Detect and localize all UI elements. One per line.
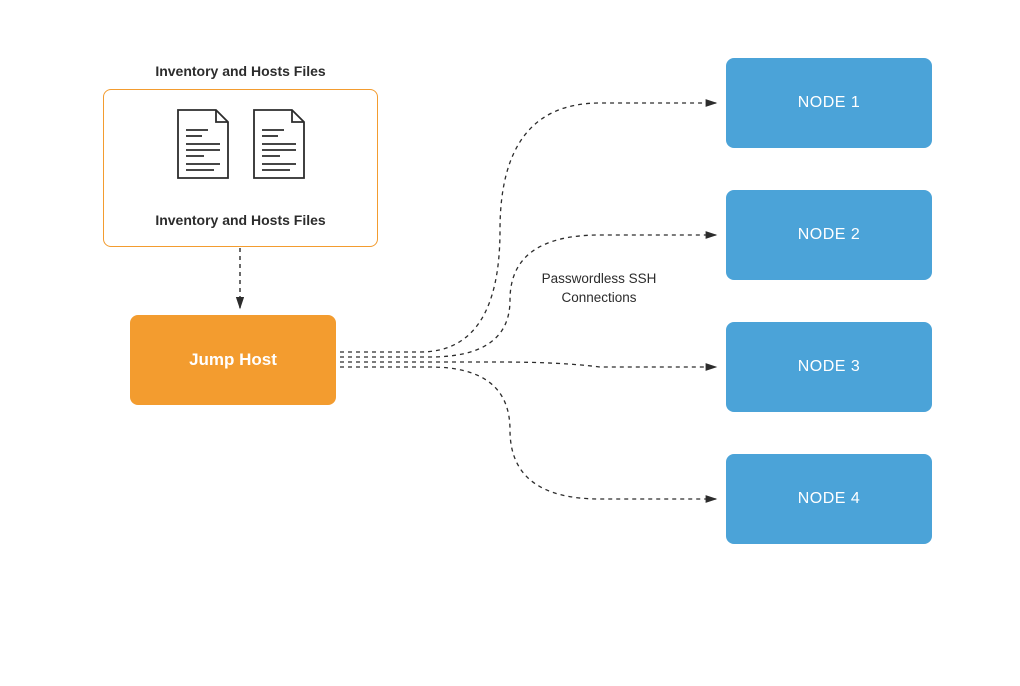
node-1-label: NODE 1 <box>798 94 861 112</box>
node-4-box: NODE 4 <box>726 454 932 544</box>
document-icon <box>174 108 232 180</box>
node-2-label: NODE 2 <box>798 226 861 244</box>
node-1-box: NODE 1 <box>726 58 932 148</box>
node-3-box: NODE 3 <box>726 322 932 412</box>
ssh-label-line1: Passwordless SSH <box>542 271 657 286</box>
arrow-jumphost-to-node3 <box>340 362 716 367</box>
inventory-title-inside: Inventory and Hosts Files <box>104 212 377 228</box>
file-icons-group <box>104 108 377 180</box>
inventory-title-top: Inventory and Hosts Files <box>103 63 378 79</box>
inventory-box: Inventory and Hosts Files <box>103 89 378 247</box>
jump-host-label: Jump Host <box>189 350 277 370</box>
node-4-label: NODE 4 <box>798 490 861 508</box>
document-icon <box>250 108 308 180</box>
node-3-label: NODE 3 <box>798 358 861 376</box>
arrow-jumphost-to-node1 <box>340 103 716 352</box>
arrow-jumphost-to-node4 <box>340 367 716 499</box>
ssh-connection-label: Passwordless SSH Connections <box>514 270 684 308</box>
ssh-label-line2: Connections <box>561 290 636 305</box>
node-2-box: NODE 2 <box>726 190 932 280</box>
diagram-canvas: Inventory and Hosts Files <box>0 0 1020 686</box>
jump-host-box: Jump Host <box>130 315 336 405</box>
